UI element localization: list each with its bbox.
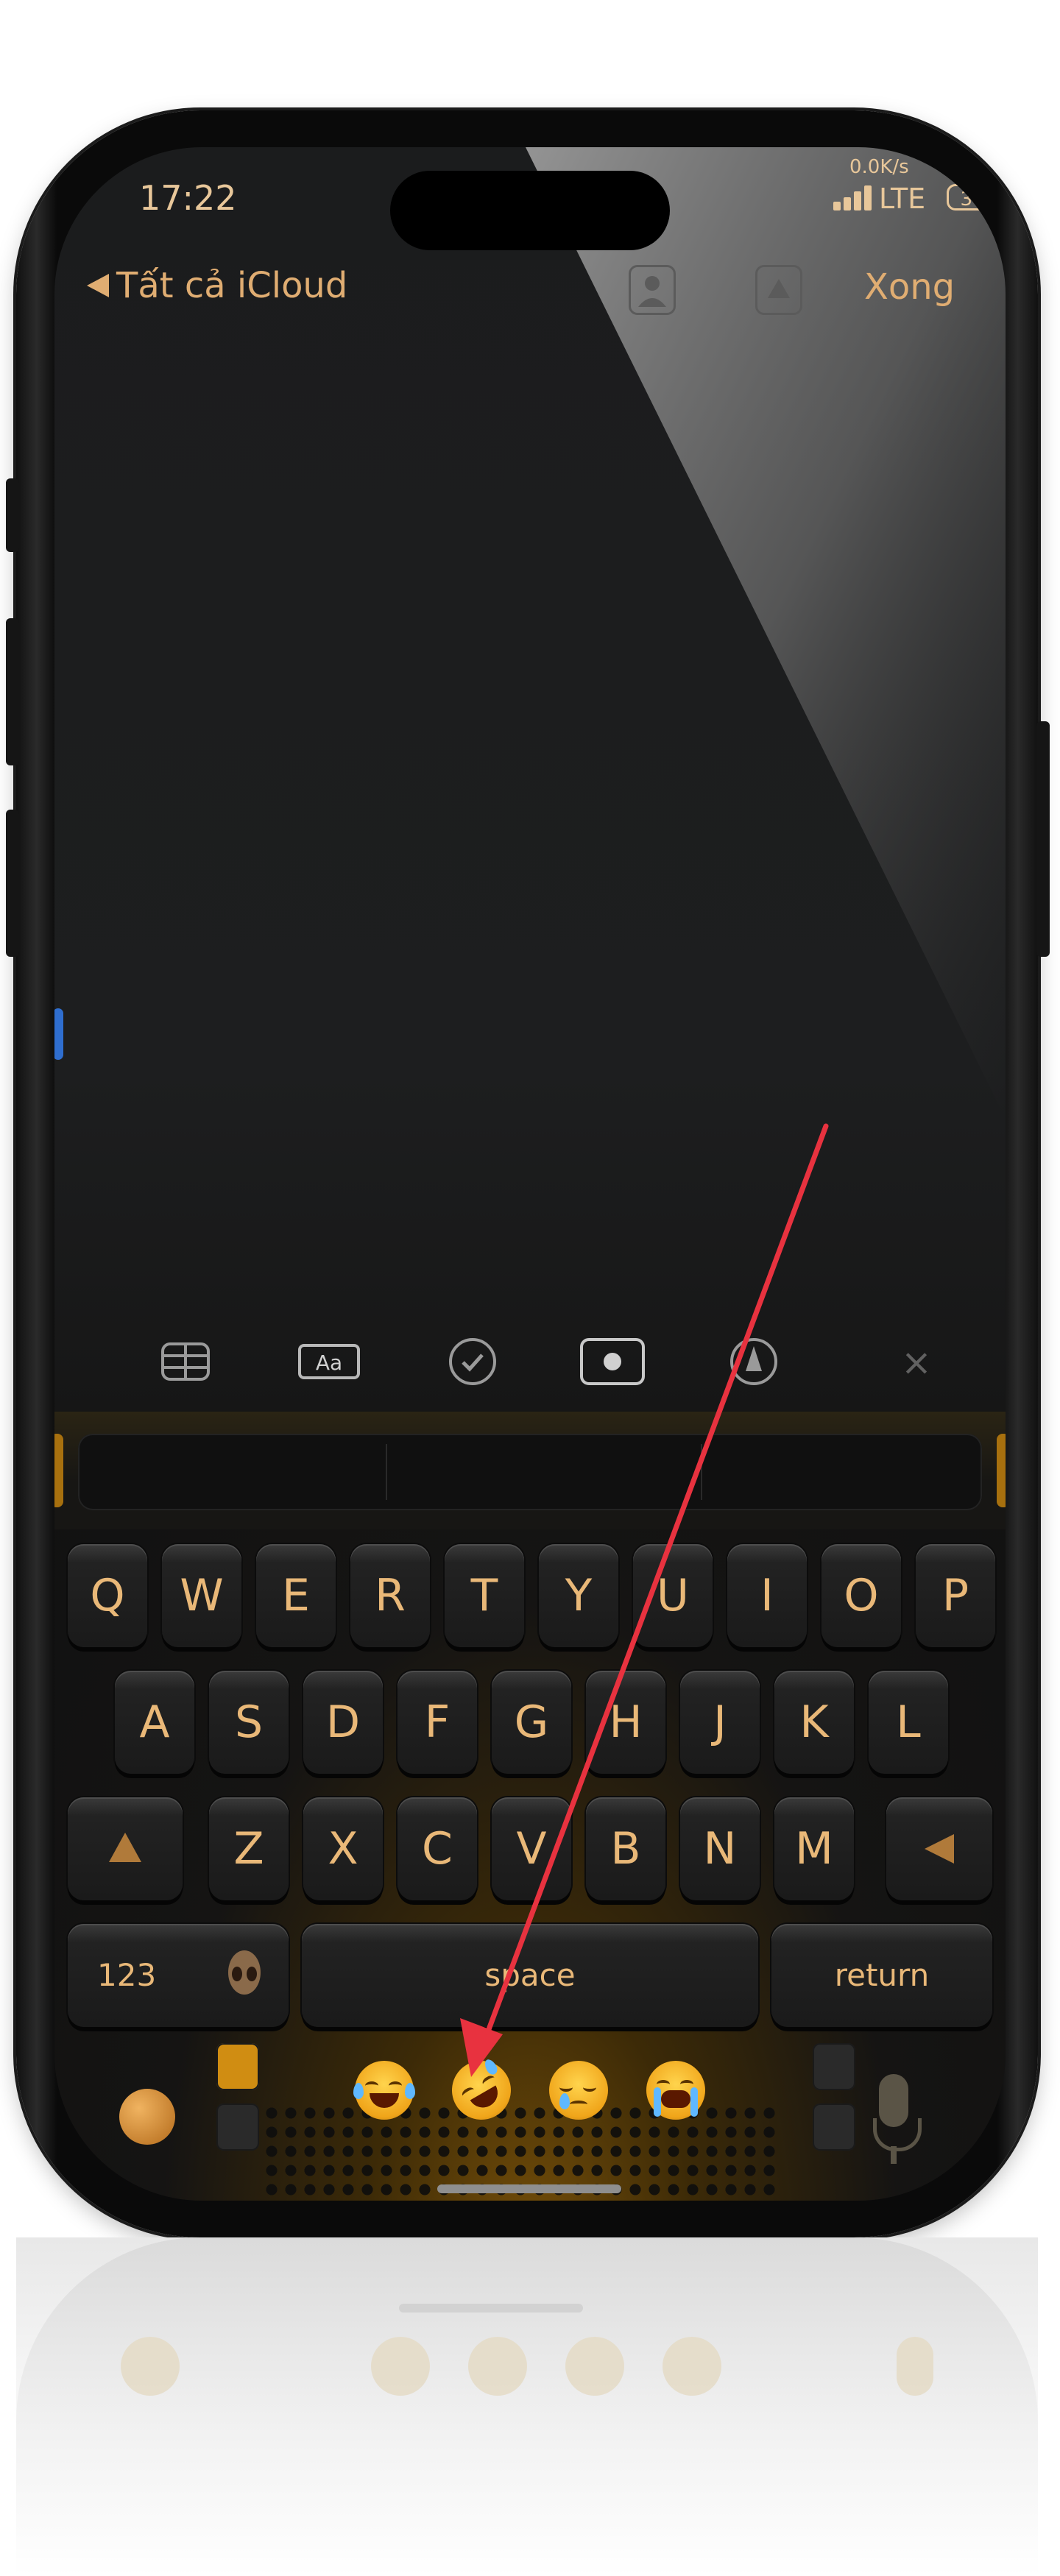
key-o[interactable]: O <box>822 1544 901 1647</box>
space-key[interactable]: space <box>302 1924 758 2027</box>
prediction-divider <box>701 1444 702 1500</box>
key-f[interactable]: F <box>398 1671 477 1774</box>
prediction-bar[interactable] <box>78 1434 982 1510</box>
reflection-emoji-icon <box>468 2337 527 2396</box>
svg-text:Aa: Aa <box>316 1351 342 1375</box>
volume-down-button <box>6 810 19 957</box>
orange-indicator <box>216 2043 259 2090</box>
key-g[interactable]: G <box>492 1671 571 1774</box>
reflection-mic-icon <box>897 2337 933 2396</box>
screen: 17:22 0.0K/s LTE 30 Tất cả iCloud Xong A… <box>54 147 1006 2201</box>
reflection <box>16 2237 1038 2576</box>
numbers-key[interactable]: 123 <box>68 1924 289 2027</box>
action-button <box>6 478 19 552</box>
table-icon[interactable] <box>156 1340 215 1384</box>
back-label: Tất cả iCloud <box>116 265 348 306</box>
share-person-icon[interactable] <box>629 265 676 315</box>
key-d[interactable]: D <box>303 1671 383 1774</box>
grey-indicator <box>216 2103 259 2151</box>
key-i[interactable]: I <box>727 1544 807 1647</box>
battery-icon <box>1001 191 1005 203</box>
shift-icon <box>109 1833 141 1862</box>
key-c[interactable]: C <box>398 1797 477 1900</box>
reflection-emoji-icon <box>662 2337 721 2396</box>
reflection-globe-icon <box>121 2337 180 2396</box>
status-net-speed: 0.0K/s <box>849 156 909 178</box>
checklist-icon[interactable] <box>443 1338 502 1385</box>
chevron-left-icon <box>87 274 109 297</box>
key-v[interactable]: V <box>492 1797 571 1900</box>
crying-face-icon[interactable] <box>549 2061 608 2120</box>
keyboard: Q W E R T Y U I O P A S D F G H J K L Z … <box>54 1412 1006 2201</box>
battery-level: 30 <box>947 184 998 210</box>
reflection-home-indicator <box>399 2304 583 2313</box>
navigate-up-icon[interactable] <box>755 265 802 315</box>
signal-bars-icon <box>833 185 875 210</box>
key-u[interactable]: U <box>633 1544 713 1647</box>
key-h[interactable]: H <box>586 1671 665 1774</box>
markup-pen-icon[interactable] <box>724 1338 783 1385</box>
keyboard-edge-light-right <box>997 1434 1006 1507</box>
shift-key[interactable] <box>68 1797 183 1900</box>
prediction-divider <box>386 1444 387 1500</box>
dynamic-island <box>390 171 670 250</box>
key-y[interactable]: Y <box>539 1544 618 1647</box>
done-button[interactable]: Xong <box>864 266 955 308</box>
face-with-tears-of-joy-icon[interactable] <box>353 2061 415 2120</box>
close-icon[interactable]: × <box>901 1341 932 1384</box>
reflection-emoji-icon <box>565 2337 624 2396</box>
volume-up-button <box>6 618 19 765</box>
key-p[interactable]: P <box>916 1544 995 1647</box>
return-key[interactable]: return <box>771 1924 992 2027</box>
delete-left-icon <box>925 1834 954 1864</box>
key-a[interactable]: A <box>115 1671 194 1774</box>
grey-indicator <box>813 2103 855 2151</box>
microphone-stand <box>873 2118 922 2151</box>
loudly-crying-face-icon[interactable] <box>646 2061 705 2120</box>
home-indicator[interactable] <box>437 2184 621 2193</box>
key-l[interactable]: L <box>869 1671 948 1774</box>
reflection-emoji-icon <box>371 2337 430 2396</box>
key-q[interactable]: Q <box>68 1544 147 1647</box>
key-x[interactable]: X <box>303 1797 383 1900</box>
notes-toolbar: Aa × <box>54 1325 1006 1406</box>
reflection-frame <box>16 2237 1038 2576</box>
key-w[interactable]: W <box>162 1544 241 1647</box>
numbers-label: 123 <box>97 1957 157 1993</box>
key-n[interactable]: N <box>680 1797 760 1900</box>
power-button <box>1036 721 1050 957</box>
keyboard-edge-light-left <box>54 1434 63 1507</box>
key-b[interactable]: B <box>586 1797 665 1900</box>
status-time: 17:22 <box>139 178 237 218</box>
key-z[interactable]: Z <box>209 1797 289 1900</box>
key-e[interactable]: E <box>256 1544 336 1647</box>
globe-icon[interactable] <box>119 2089 175 2145</box>
key-t[interactable]: T <box>445 1544 524 1647</box>
status-carrier: LTE <box>879 183 926 215</box>
key-j[interactable]: J <box>680 1671 760 1774</box>
grey-indicator <box>813 2043 855 2090</box>
alien-icon <box>228 1950 261 1995</box>
text-format-icon[interactable]: Aa <box>296 1340 362 1384</box>
side-handle[interactable] <box>54 1008 63 1060</box>
backspace-key[interactable] <box>886 1797 992 1900</box>
key-k[interactable]: K <box>774 1671 854 1774</box>
camera-icon[interactable] <box>577 1338 648 1385</box>
back-button[interactable]: Tất cả iCloud <box>87 265 347 306</box>
microphone-base <box>891 2146 897 2164</box>
key-r[interactable]: R <box>350 1544 430 1647</box>
key-s[interactable]: S <box>209 1671 289 1774</box>
key-m[interactable]: M <box>774 1797 854 1900</box>
